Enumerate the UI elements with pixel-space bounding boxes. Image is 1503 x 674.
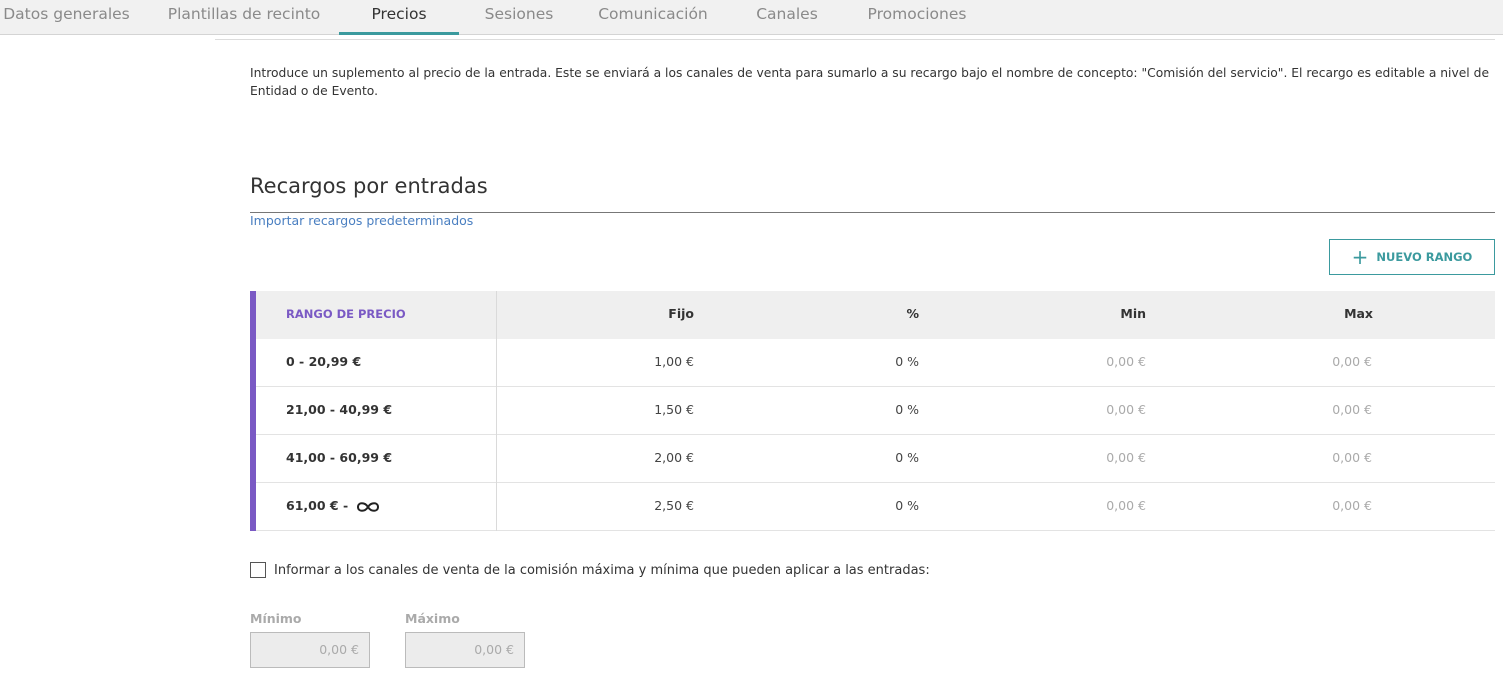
tab-sesiones[interactable]: Sesiones [472, 0, 566, 35]
min-cell[interactable]: 0,00 € [1106, 435, 1146, 483]
max-label: Máximo [405, 611, 460, 626]
tab-precios[interactable]: Precios [339, 0, 459, 35]
surcharge-table: RANGO DE PRECIO Fijo % Min Max 0 - 20,99… [250, 291, 1495, 531]
plus-icon: + [1351, 245, 1369, 269]
commission-info-label: Informar a los canales de venta de la co… [274, 562, 930, 578]
min-cell[interactable]: 0,00 € [1106, 387, 1146, 435]
range-cell: 41,00 - 60,99 € [286, 450, 393, 465]
percent-cell[interactable]: 0 % [895, 483, 919, 531]
min-cell[interactable]: 0,00 € [1106, 483, 1146, 531]
max-commission-input[interactable]: 0,00 € [405, 632, 525, 668]
range-cell-label: 61,00 € - [286, 498, 353, 513]
max-cell[interactable]: 0,00 € [1332, 435, 1372, 483]
table-row[interactable]: 41,00 - 60,99 € 2,00 € 0 % 0,00 € 0,00 € [256, 435, 1495, 483]
tab-datos-generales[interactable]: Datos generales [0, 0, 133, 35]
new-range-button-label: NUEVO RANGO [1376, 250, 1473, 264]
table-row[interactable]: 0 - 20,99 € 1,00 € 0 % 0,00 € 0,00 € [256, 339, 1495, 387]
tab-comunicacion[interactable]: Comunicación [588, 0, 718, 35]
range-cell: 21,00 - 40,99 € [286, 402, 393, 417]
commission-info-checkbox[interactable] [250, 562, 266, 578]
header-max: Max [1344, 306, 1373, 321]
tab-promociones[interactable]: Promociones [855, 0, 979, 35]
section-title: Recargos por entradas [250, 174, 488, 198]
percent-cell[interactable]: 0 % [895, 387, 919, 435]
header-percent: % [906, 306, 919, 321]
min-label: Mínimo [250, 611, 302, 626]
max-cell[interactable]: 0,00 € [1332, 483, 1372, 531]
range-cell: 0 - 20,99 € [286, 354, 362, 369]
range-column-divider [496, 291, 497, 531]
tab-bar: Datos generales Plantillas de recinto Pr… [0, 0, 1503, 35]
fixed-cell[interactable]: 2,00 € [654, 435, 694, 483]
max-cell[interactable]: 0,00 € [1332, 339, 1372, 387]
percent-cell[interactable]: 0 % [895, 339, 919, 387]
fixed-cell[interactable]: 2,50 € [654, 483, 694, 531]
infinity-icon [357, 501, 380, 512]
tab-plantillas-de-recinto[interactable]: Plantillas de recinto [148, 0, 340, 35]
min-cell[interactable]: 0,00 € [1106, 339, 1146, 387]
import-default-surcharges-link[interactable]: Importar recargos predeterminados [250, 213, 473, 228]
tab-canales[interactable]: Canales [740, 0, 834, 35]
percent-cell[interactable]: 0 % [895, 435, 919, 483]
header-price-range: RANGO DE PRECIO [286, 307, 406, 321]
table-header: RANGO DE PRECIO Fijo % Min Max [256, 291, 1495, 339]
table-row[interactable]: 21,00 - 40,99 € 1,50 € 0 % 0,00 € 0,00 € [256, 387, 1495, 435]
top-divider [215, 39, 1495, 40]
max-cell[interactable]: 0,00 € [1332, 387, 1372, 435]
header-fixed: Fijo [668, 306, 694, 321]
new-range-button[interactable]: + NUEVO RANGO [1329, 239, 1495, 275]
intro-text: Introduce un suplemento al precio de la … [250, 66, 1490, 98]
table-row[interactable]: 61,00 € - 2,50 € 0 % 0,00 € 0,00 € [256, 483, 1495, 531]
fixed-cell[interactable]: 1,50 € [654, 387, 694, 435]
min-commission-input[interactable]: 0,00 € [250, 632, 370, 668]
range-cell: 61,00 € - [286, 483, 380, 531]
header-min: Min [1120, 306, 1146, 321]
commission-info-row: Informar a los canales de venta de la co… [250, 562, 930, 578]
fixed-cell[interactable]: 1,00 € [654, 339, 694, 387]
